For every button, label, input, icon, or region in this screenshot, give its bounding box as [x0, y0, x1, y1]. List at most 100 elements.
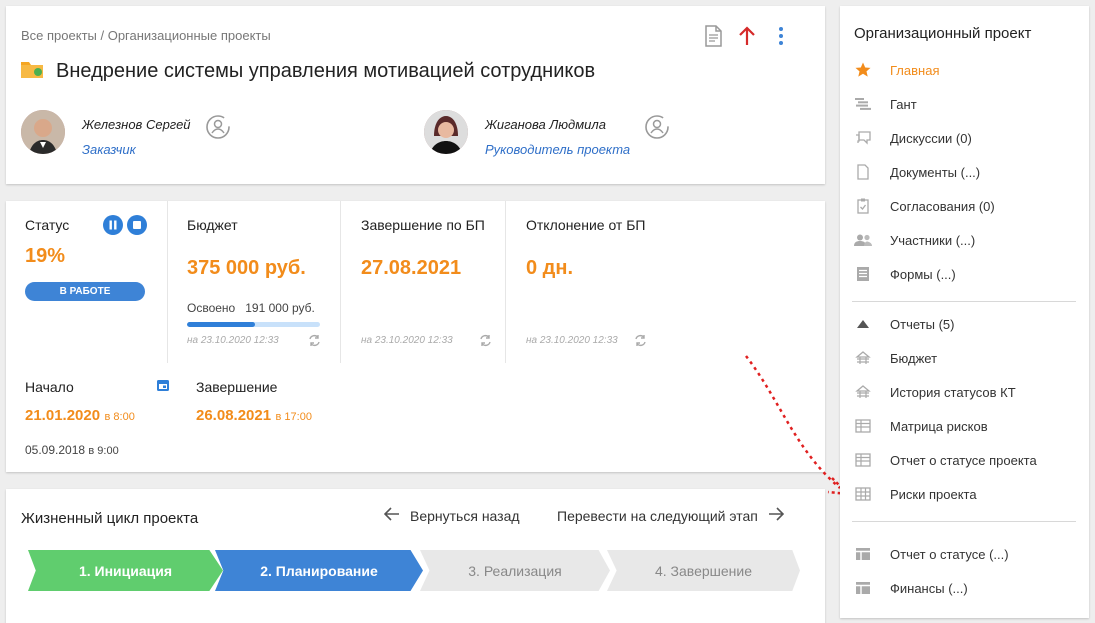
divider — [852, 521, 1076, 522]
back-button-label: Вернуться назад — [410, 507, 520, 524]
status-badge[interactable]: В РАБОТЕ — [25, 282, 145, 301]
deviation-value: 0 дн. — [526, 257, 574, 279]
stage-completion[interactable]: 4. Завершение — [607, 550, 800, 591]
finish-plan-label: Завершение по БП — [361, 217, 485, 233]
sidebar-item-label: Главная — [890, 62, 940, 78]
sidebar-report-status-history[interactable]: История статусов КТ — [854, 382, 1016, 402]
sidebar-finance[interactable]: Финансы (...) — [854, 578, 968, 598]
sidebar-report-project-status[interactable]: Отчет о статусе проекта — [854, 450, 1037, 470]
calendar-icon[interactable] — [156, 378, 170, 397]
next-stage-label: Перевести на следующий этап — [557, 507, 758, 524]
sidebar-item-approvals[interactable]: Согласования (0) — [854, 196, 995, 216]
customer-role-link[interactable]: Заказчик — [82, 142, 191, 157]
refresh-icon[interactable] — [479, 334, 492, 352]
change-person-icon[interactable] — [205, 114, 231, 145]
stage-initiation[interactable]: 1. Инициация — [28, 550, 223, 591]
refresh-icon[interactable] — [308, 334, 321, 352]
stage-planning[interactable]: 2. Планирование — [215, 550, 423, 591]
sidebar-item-main[interactable]: Главная — [854, 60, 939, 80]
sidebar-report-risk-matrix[interactable]: Матрица рисков — [854, 416, 988, 436]
status-panel: Статус 19% В РАБОТЕ — [6, 201, 168, 363]
report-icon — [854, 384, 872, 400]
form-icon — [854, 266, 872, 282]
finish-plan-updated: на 23.10.2020 12:33 — [361, 335, 453, 346]
sidebar: Организационный проект Главная Гант Диск… — [840, 6, 1089, 618]
triangle-up-icon — [854, 316, 872, 332]
sidebar-item-label: Согласования (0) — [890, 198, 995, 214]
budget-progress-bar — [187, 322, 320, 327]
divider — [852, 301, 1076, 302]
sidebar-item-label: Гант — [890, 96, 917, 112]
budget-updated: на 23.10.2020 12:33 — [187, 335, 279, 346]
project-header-card: Все проекты / Организационные проекты Вн… — [6, 6, 825, 184]
next-stage-button[interactable]: Перевести на следующий этап — [557, 507, 784, 524]
reports-count: (5) — [938, 316, 955, 332]
start-date: 21.01.2020 — [25, 407, 101, 424]
status-label: Статус — [25, 217, 70, 233]
header-actions — [703, 25, 791, 47]
arrow-up-icon[interactable] — [737, 25, 757, 47]
end-date-row: 26.08.2021 в 17:00 — [196, 407, 312, 425]
grid-icon — [854, 486, 872, 502]
finish-plan-value: 27.08.2021 — [361, 257, 462, 279]
table-plus-icon — [854, 580, 872, 596]
sidebar-item-label: История статусов КТ — [890, 384, 1016, 400]
stop-icon[interactable] — [127, 215, 147, 240]
arrow-right-icon — [768, 507, 784, 524]
sidebar-item-label: Отчет о статусе проекта — [890, 452, 1037, 468]
table-icon — [854, 452, 872, 468]
sidebar-item-gantt[interactable]: Гант — [854, 94, 917, 114]
customer-block: Железнов Сергей Заказчик — [21, 110, 231, 157]
manager-role-link[interactable]: Руководитель проекта — [485, 142, 630, 157]
finish-plan-panel: Завершение по БП 27.08.2021 на 23.10.202… — [341, 201, 506, 363]
start-label: Начало — [25, 379, 74, 395]
sidebar-reports-toggle[interactable]: Отчеты (5) — [854, 314, 954, 334]
report-icon — [854, 350, 872, 366]
start-date-row: 21.01.2020 в 8:00 — [25, 407, 135, 425]
refresh-icon[interactable] — [634, 334, 647, 352]
deviation-panel: Отклонение от БП 0 дн. на 23.10.2020 12:… — [506, 201, 676, 363]
end-label: Завершение — [196, 379, 278, 395]
avatar[interactable] — [21, 110, 65, 154]
avatar[interactable] — [424, 110, 468, 154]
end-date: 26.08.2021 — [196, 407, 272, 424]
spent-value: 191 000 руб. — [245, 301, 315, 315]
pause-icon[interactable] — [103, 215, 123, 240]
deviation-updated: на 23.10.2020 12:33 — [526, 335, 618, 346]
manager-name: Жиганова Людмила — [485, 117, 606, 132]
table-plus-icon — [854, 546, 872, 562]
sidebar-item-label: Бюджет — [890, 350, 938, 366]
spent-label: Освоено — [187, 301, 236, 315]
back-button[interactable]: Вернуться назад — [383, 507, 520, 524]
document-icon[interactable] — [703, 25, 723, 47]
sidebar-item-participants[interactable]: Участники (...) — [854, 230, 975, 250]
budget-value: 375 000 руб. — [187, 257, 306, 279]
lifecycle-title: Жизненный цикл проекта — [21, 510, 199, 527]
sidebar-report-budget[interactable]: Бюджет — [854, 348, 937, 368]
table-icon — [854, 418, 872, 434]
chat-icon — [854, 130, 872, 146]
sidebar-item-discussions[interactable]: Дискуссии (0) — [854, 128, 972, 148]
sidebar-item-label: Финансы (...) — [890, 580, 968, 596]
status-percent: 19% — [25, 245, 66, 267]
sidebar-item-label: Отчет о статусе (...) — [890, 546, 1009, 562]
change-person-icon[interactable] — [644, 114, 670, 145]
sidebar-item-label: Участники (...) — [890, 232, 976, 248]
sidebar-report-project-risks[interactable]: Риски проекта — [854, 484, 977, 504]
sidebar-item-label: Формы (...) — [890, 266, 956, 282]
project-stats-card: Статус 19% В РАБОТЕ Бюджет 375 000 руб. … — [6, 201, 825, 472]
gantt-icon — [854, 96, 872, 112]
start-orig-date: 05.09.2018 — [25, 443, 86, 457]
budget-label: Бюджет — [187, 217, 238, 233]
sidebar-item-forms[interactable]: Формы (...) — [854, 264, 956, 284]
arrow-left-icon — [383, 507, 400, 524]
sidebar-item-label: Документы (...) — [890, 164, 981, 180]
sidebar-item-label: Матрица рисков — [890, 418, 988, 434]
more-vert-icon[interactable] — [771, 25, 791, 47]
customer-name: Железнов Сергей — [82, 117, 191, 132]
stage-implementation[interactable]: 3. Реализация — [420, 550, 610, 591]
breadcrumb[interactable]: Все проекты / Организационные проекты — [21, 28, 271, 43]
lifecycle-card: Жизненный цикл проекта Вернуться назад П… — [6, 489, 825, 623]
sidebar-status-report[interactable]: Отчет о статусе (...) — [854, 544, 1009, 564]
sidebar-item-documents[interactable]: Документы (...) — [854, 162, 980, 182]
